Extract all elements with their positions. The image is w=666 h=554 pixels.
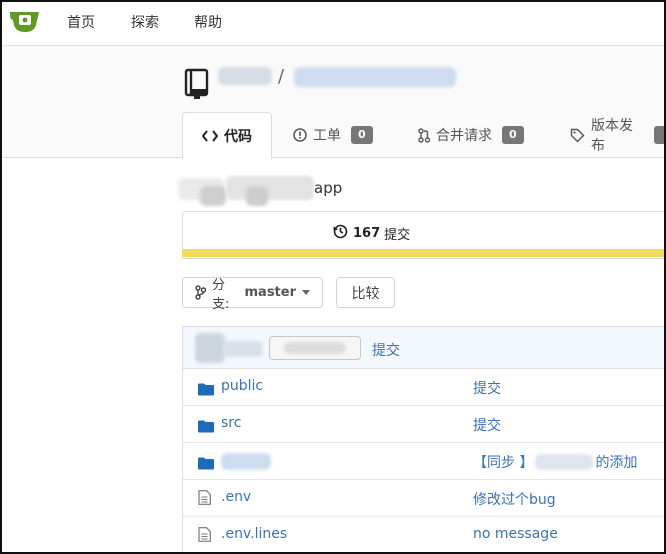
file-name[interactable]: public [221,378,263,394]
file-row-env-lines[interactable]: .env.lines no message [183,517,666,554]
folder-icon [198,418,214,437]
file-name[interactable]: .env [221,489,251,505]
file-icon [198,490,211,509]
commits-link[interactable]: 167 提交 [333,224,410,243]
author-name-redacted[interactable] [223,341,263,357]
branch-name: master [244,285,297,300]
nav-explore-link[interactable]: 探索 [131,12,159,32]
tab-pull-requests-label: 合并请求 [436,128,492,144]
commit-count: 167 [353,226,381,241]
gitea-logo-icon[interactable] [10,8,40,34]
releases-count-badge [654,126,666,144]
nav-home-link[interactable]: 首页 [67,12,95,32]
file-row-redacted-folder[interactable]: 【同步 】 的添加 [183,443,666,480]
file-row-public[interactable]: public 提交 [183,369,666,406]
history-icon [333,224,348,243]
repo-book-icon [184,68,209,99]
repo-owner-redacted[interactable] [218,67,272,85]
file-row-env[interactable]: .env 修改过个bug [183,480,666,517]
file-commit-message[interactable]: no message [473,526,558,542]
path-separator: / [278,66,285,87]
tab-releases-label: 版本发布 [591,118,633,154]
commit-label: 提交 [384,228,411,243]
folder-icon [198,381,214,400]
file-commit-message[interactable]: 修改过个bug [473,489,556,509]
repo-description-redacted-2 [200,186,226,206]
nav-help-link[interactable]: 帮助 [194,12,222,32]
repo-description-redacted-4 [246,186,268,206]
latest-commit-row: 提交 [183,327,666,369]
repo-description: app [314,179,343,197]
pull-request-icon [418,127,430,143]
commit-sha-button[interactable] [269,336,361,360]
branch-icon [195,285,206,300]
latest-commit-message[interactable]: 提交 [372,340,400,360]
issues-count-badge: 0 [351,126,373,144]
issue-icon [293,128,307,142]
file-name[interactable]: src [221,415,241,431]
file-commit-message[interactable]: 提交 [473,378,501,398]
file-name[interactable]: .env.lines [221,526,287,542]
chevron-down-icon [302,290,310,295]
repo-description-redacted-3 [226,176,314,200]
language-stats-bar[interactable] [182,249,666,257]
commit-message-prefix: 【同步 】 [473,455,534,471]
file-row-src[interactable]: src 提交 [183,406,666,443]
tag-icon [570,128,585,143]
tab-code-label: 代码 [224,129,252,145]
compare-button[interactable]: 比较 [336,277,395,308]
file-commit-message[interactable]: 【同步 】 的添加 [473,452,637,472]
repo-name-redacted[interactable] [294,67,456,87]
file-commit-message[interactable]: 提交 [473,415,501,435]
code-icon [202,130,218,142]
commit-message-redacted [535,454,594,470]
tab-code[interactable]: 代码 [182,112,272,159]
tab-issues[interactable]: 工单 0 [293,112,373,158]
branch-dropdown[interactable]: 分支: master [182,277,323,312]
branch-prefix: 分支: [212,277,230,312]
commit-message-suffix: 的添加 [595,455,638,471]
top-nav: 首页 探索 帮助 [0,0,666,46]
file-table: 提交 public 提交 src 提交 【同步 】 的添加 .env 修改过个b… [182,326,666,554]
file-icon [198,527,211,546]
tab-pull-requests[interactable]: 合并请求 0 [418,112,524,158]
tab-issues-label: 工单 [313,128,341,144]
folder-icon [198,455,214,474]
author-avatar-redacted[interactable] [195,333,225,363]
tab-releases[interactable]: 版本发布 [570,112,666,158]
pull-requests-count-badge: 0 [502,126,524,144]
file-name-redacted[interactable] [221,453,271,470]
